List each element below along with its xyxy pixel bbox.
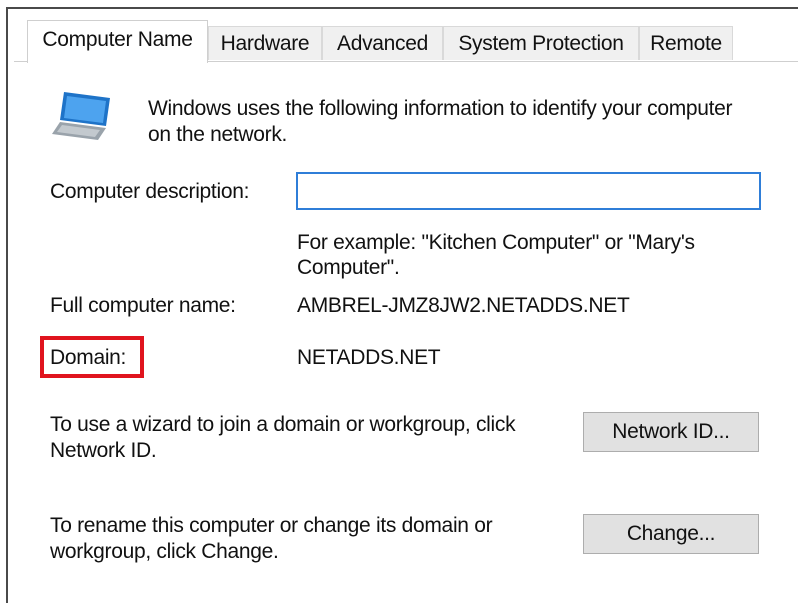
change-button[interactable]: Change... bbox=[583, 514, 759, 554]
tab-system-protection[interactable]: System Protection bbox=[443, 26, 639, 60]
window-frame-top bbox=[6, 7, 798, 9]
description-example-line-2: Computer". bbox=[297, 256, 400, 279]
tab-computer-name[interactable]: Computer Name bbox=[27, 20, 208, 63]
computer-description-input[interactable] bbox=[296, 172, 761, 210]
full-computer-name-label: Full computer name: bbox=[50, 294, 236, 317]
tab-strip: Computer Name Hardware Advanced System P… bbox=[14, 20, 798, 63]
tab-remote[interactable]: Remote bbox=[639, 26, 733, 60]
full-computer-name-value: AMBREL-JMZ8JW2.NETADDS.NET bbox=[297, 294, 630, 317]
network-id-text-line-2: Network ID. bbox=[50, 439, 157, 462]
description-example-line-1: For example: "Kitchen Computer" or "Mary… bbox=[297, 231, 695, 254]
intro-line-1: Windows uses the following information t… bbox=[148, 97, 733, 120]
network-id-button[interactable]: Network ID... bbox=[583, 412, 759, 452]
computer-description-label: Computer description: bbox=[50, 180, 250, 203]
tab-advanced[interactable]: Advanced bbox=[322, 26, 443, 60]
network-id-text-line-1: To use a wizard to join a domain or work… bbox=[50, 413, 516, 436]
domain-value: NETADDS.NET bbox=[297, 346, 441, 369]
tab-hardware[interactable]: Hardware bbox=[208, 26, 322, 60]
intro-line-2: on the network. bbox=[148, 123, 288, 146]
change-text-line-1: To rename this computer or change its do… bbox=[50, 514, 493, 537]
domain-label-highlight bbox=[40, 336, 144, 378]
change-text-line-2: workgroup, click Change. bbox=[50, 540, 279, 563]
computer-network-icon bbox=[50, 88, 116, 144]
window-frame-left bbox=[6, 7, 8, 603]
